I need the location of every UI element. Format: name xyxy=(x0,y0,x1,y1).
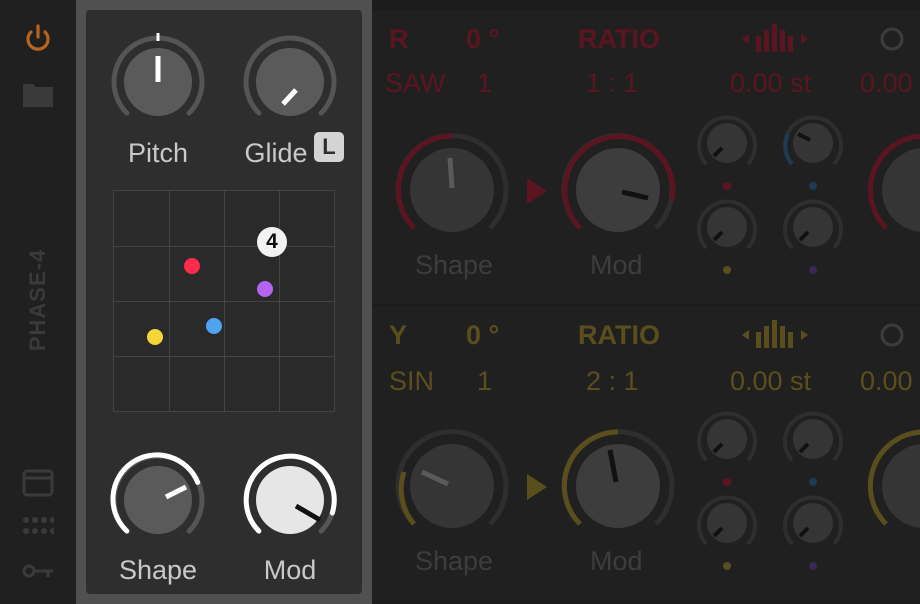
oscillator-r: R 0 ° RATIO SAW 1 1 : 1 0.00 st 0.00 Sha… xyxy=(372,10,920,304)
osc-y-edge-value: 0.00 xyxy=(860,366,913,396)
osc-y-ratio-label: RATIO xyxy=(578,320,660,350)
xy-dot-red[interactable] xyxy=(184,258,200,274)
xy-grid-line xyxy=(114,356,334,357)
device-title: PHASE-4 xyxy=(25,248,50,352)
osc-y-phase[interactable]: 0 ° xyxy=(466,320,499,351)
osc-r-wave-num: 1 xyxy=(477,68,493,98)
xy-dot-yellow[interactable] xyxy=(147,329,163,345)
glide-knob[interactable] xyxy=(240,32,340,132)
pitch-knob[interactable] xyxy=(108,32,208,132)
mod-knob[interactable] xyxy=(240,450,340,550)
oscillator-y: Y 0 ° RATIO SIN 1 2 : 1 0.00 st 0.00 Sha… xyxy=(372,306,920,600)
osc-y-toggle[interactable] xyxy=(879,322,905,348)
osc-r-ratio[interactable]: 1 : 1 xyxy=(586,68,639,99)
osc-y-shape-knob[interactable] xyxy=(392,426,512,546)
xy-dot-blue[interactable] xyxy=(206,318,222,334)
osc-y-edge-knob[interactable] xyxy=(864,426,920,546)
pitch-label: Pitch xyxy=(127,138,189,168)
osc-r-mod-label: Mod xyxy=(590,250,643,280)
osc-y-mini-knob-yellow[interactable] xyxy=(694,490,760,570)
osc-y-detune[interactable]: 0.00 st xyxy=(730,366,811,397)
osc-r-mini-knob-blue[interactable] xyxy=(780,110,846,190)
osc-r-mini-knob-purple[interactable] xyxy=(780,194,846,274)
osc-r-arrow-icon xyxy=(527,178,547,204)
osc-r-channel: R xyxy=(389,24,409,54)
osc-y-wave[interactable]: SIN xyxy=(389,366,434,397)
power-icon[interactable] xyxy=(22,22,54,59)
osc-y-mini-knob-purple[interactable] xyxy=(780,490,846,570)
xy-count-badge: 4 xyxy=(257,227,287,257)
osc-r-wave[interactable]: SAW xyxy=(385,68,446,99)
osc-y-shape-label: Shape xyxy=(415,546,494,576)
osc-r-wave-icon[interactable] xyxy=(742,24,808,54)
modulator-key-icon[interactable] xyxy=(22,562,54,585)
osc-r-phase[interactable]: 0 ° xyxy=(466,24,499,55)
shape-label: Shape xyxy=(118,555,198,585)
osc-r-mini-knob-red[interactable] xyxy=(694,110,760,190)
osc-y-arrow-icon xyxy=(527,474,547,500)
mod-label: Mod xyxy=(263,555,317,585)
window-icon[interactable] xyxy=(22,468,54,503)
osc-r-shape-label: Shape xyxy=(415,250,494,280)
osc-y-mini-knob-blue[interactable] xyxy=(780,406,846,486)
xy-pad[interactable]: 4 xyxy=(113,190,335,412)
osc-y-mod-label: Mod xyxy=(590,546,643,576)
grid-dots-icon[interactable] xyxy=(22,516,56,543)
folder-icon[interactable] xyxy=(22,80,54,113)
focused-panel-frame: Pitch Glide L 4 Shape Mod xyxy=(76,0,372,604)
osc-y-channel: Y xyxy=(389,320,408,350)
oscillator-area: R 0 ° RATIO SAW 1 1 : 1 0.00 st 0.00 Sha… xyxy=(372,0,920,604)
osc-r-shape-knob[interactable] xyxy=(392,130,512,250)
glide-lock-badge[interactable]: L xyxy=(314,132,344,162)
shape-knob[interactable] xyxy=(108,450,208,550)
osc-r-toggle[interactable] xyxy=(879,26,905,52)
osc-r-mini-knob-yellow[interactable] xyxy=(694,194,760,274)
osc-r-ratio-label: RATIO xyxy=(578,24,660,54)
glide-label: Glide xyxy=(244,138,308,168)
xy-grid-line xyxy=(114,246,334,247)
osc-y-ratio[interactable]: 2 : 1 xyxy=(586,366,639,397)
osc-y-wave-num: 1 xyxy=(477,366,493,396)
osc-r-mod-knob[interactable] xyxy=(558,130,678,250)
osc-r-edge-knob[interactable] xyxy=(864,130,920,250)
device-strip: PHASE-4 xyxy=(0,0,76,604)
osc-r-detune[interactable]: 0.00 st xyxy=(730,68,811,99)
xy-dot-purple[interactable] xyxy=(257,281,273,297)
xy-grid-line xyxy=(114,301,334,302)
osc-r-edge-value: 0.00 xyxy=(860,68,913,98)
osc-y-mini-knob-red[interactable] xyxy=(694,406,760,486)
osc-y-mod-knob[interactable] xyxy=(558,426,678,546)
xy-control-panel: Pitch Glide L 4 Shape Mod xyxy=(86,10,362,594)
osc-y-wave-icon[interactable] xyxy=(742,320,808,350)
